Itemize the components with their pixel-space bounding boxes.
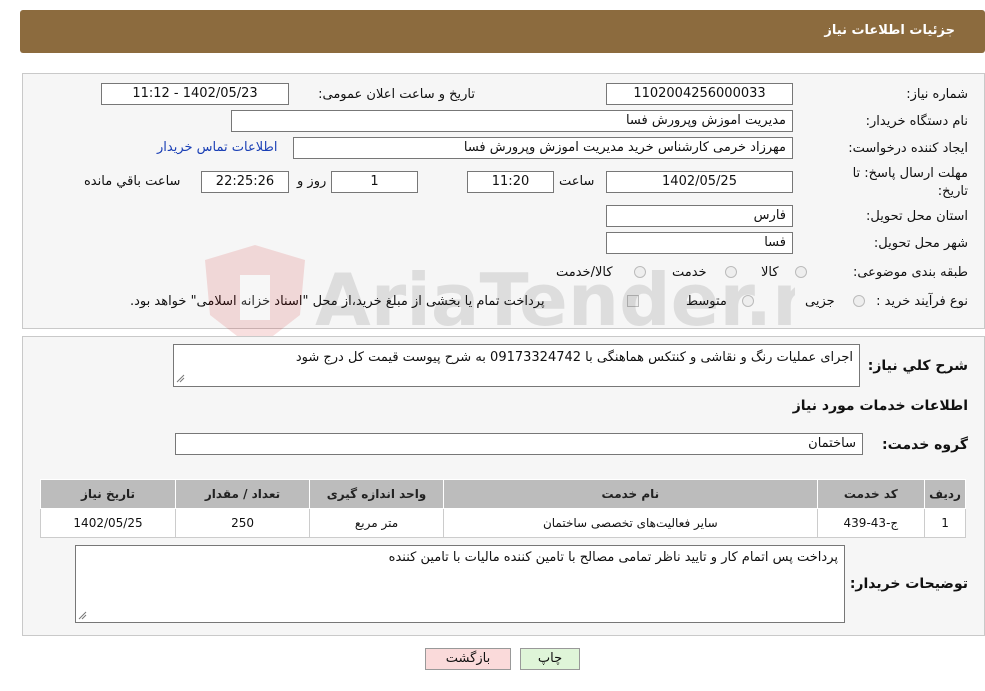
services-section-title: اطلاعات خدمات مورد نياز [792, 398, 968, 414]
category-radio-goods[interactable] [795, 266, 807, 278]
need-number-field: 1102004256000033 [606, 83, 793, 105]
cell-service-name: سایر فعالیت‌های تخصصی ساختمان [443, 508, 818, 538]
print-button[interactable]: چاپ [520, 648, 580, 670]
category-option-goods: کالا [761, 265, 779, 280]
city-field: فسا [606, 232, 793, 254]
resize-handle-icon[interactable] [78, 611, 87, 620]
col-unit: واحد اندازه گیری [309, 479, 445, 509]
description-textarea: اجرای عملیات رنگ و نقاشی و کنتکس هماهنگی… [173, 344, 860, 387]
page-title: جزئیات اطلاعات نیاز [824, 23, 955, 38]
deadline-label-line1: مهلت ارسال پاسخ: تا [852, 166, 968, 181]
process-radio-minor[interactable] [853, 295, 865, 307]
col-quantity: تعداد / مقدار [175, 479, 311, 509]
deadline-time-label: ساعت [559, 174, 595, 189]
announce-datetime-label: تاریخ و ساعت اعلان عمومی: [318, 87, 475, 102]
service-group-label: گروه خدمت: [882, 437, 968, 453]
category-radio-goods-service[interactable] [634, 266, 646, 278]
process-radio-medium[interactable] [742, 295, 754, 307]
remaining-time-field: 22:25:26 [201, 171, 289, 193]
category-label: طبقه بندی موضوعی: [852, 265, 968, 280]
treasury-note: پرداخت تمام یا بخشی از مبلغ خرید،از محل … [130, 294, 545, 309]
buyer-contact-link[interactable]: اطلاعات تماس خریدار [157, 140, 277, 155]
need-number-label: شماره نیاز: [906, 87, 968, 102]
col-row-number: ردیف [924, 479, 966, 509]
city-label: شهر محل تحویل: [873, 236, 968, 251]
deadline-date-field: 1402/05/25 [606, 171, 793, 193]
cell-row-number: 1 [924, 508, 966, 538]
deadline-days-field: 1 [331, 171, 418, 193]
category-radio-service[interactable] [725, 266, 737, 278]
cell-need-date: 1402/05/25 [39, 508, 177, 538]
table-row: 1 ج-43-439 سایر فعالیت‌های تخصصی ساختمان… [39, 508, 966, 538]
table-header-row: ردیف کد خدمت نام خدمت واحد اندازه گیری ت… [39, 479, 966, 509]
category-option-service: خدمت [672, 265, 707, 280]
buyer-org-field: مدیریت اموزش وپرورش فسا [231, 110, 793, 132]
cell-unit: متر مربع [309, 508, 445, 538]
remaining-time-label: ساعت باقي مانده [84, 174, 181, 189]
col-need-date: تاریخ نیاز [39, 479, 177, 509]
province-field: فارس [606, 205, 793, 227]
buyer-notes-text: پرداخت پس اتمام کار و تایید ناظر تمامی م… [388, 550, 838, 565]
description-label: شرح کلي نياز: [867, 358, 968, 374]
services-table: ردیف کد خدمت نام خدمت واحد اندازه گیری ت… [39, 479, 966, 538]
category-option-goods-service: کالا/خدمت [556, 265, 613, 280]
treasury-checkbox[interactable] [627, 295, 639, 307]
col-service-code: کد خدمت [816, 479, 926, 509]
resize-handle-icon[interactable] [176, 374, 185, 383]
process-option-minor: جزیی [805, 294, 835, 309]
buyer-org-label: نام دستگاه خریدار: [865, 114, 968, 129]
col-service-name: نام خدمت [443, 479, 818, 509]
deadline-time-field: 11:20 [467, 171, 554, 193]
deadline-label-line2: تاریخ: [937, 184, 968, 199]
process-option-medium: متوسط [686, 294, 727, 309]
province-label: استان محل تحویل: [866, 209, 968, 224]
page-header: جزئیات اطلاعات نیاز [20, 10, 985, 53]
service-group-field: ساختمان [175, 433, 863, 455]
cell-service-code: ج-43-439 [816, 508, 926, 538]
purchase-process-label: نوع فرآیند خرید : [876, 294, 968, 309]
buyer-notes-textarea: پرداخت پس اتمام کار و تایید ناظر تمامی م… [75, 545, 845, 623]
description-text: اجرای عملیات رنگ و نقاشی و کنتکس هماهنگی… [295, 350, 853, 365]
announce-datetime-field: 1402/05/23 - 11:12 [101, 83, 289, 105]
cell-quantity: 250 [175, 508, 311, 538]
buyer-notes-label: توضیحات خریدار: [849, 576, 968, 592]
days-label: روز و [297, 174, 327, 189]
requester-label: ایجاد کننده درخواست: [848, 141, 968, 156]
back-button[interactable]: بازگشت [425, 648, 511, 670]
requester-field: مهرزاد خرمی کارشناس خرید مدیریت اموزش وپ… [293, 137, 793, 159]
